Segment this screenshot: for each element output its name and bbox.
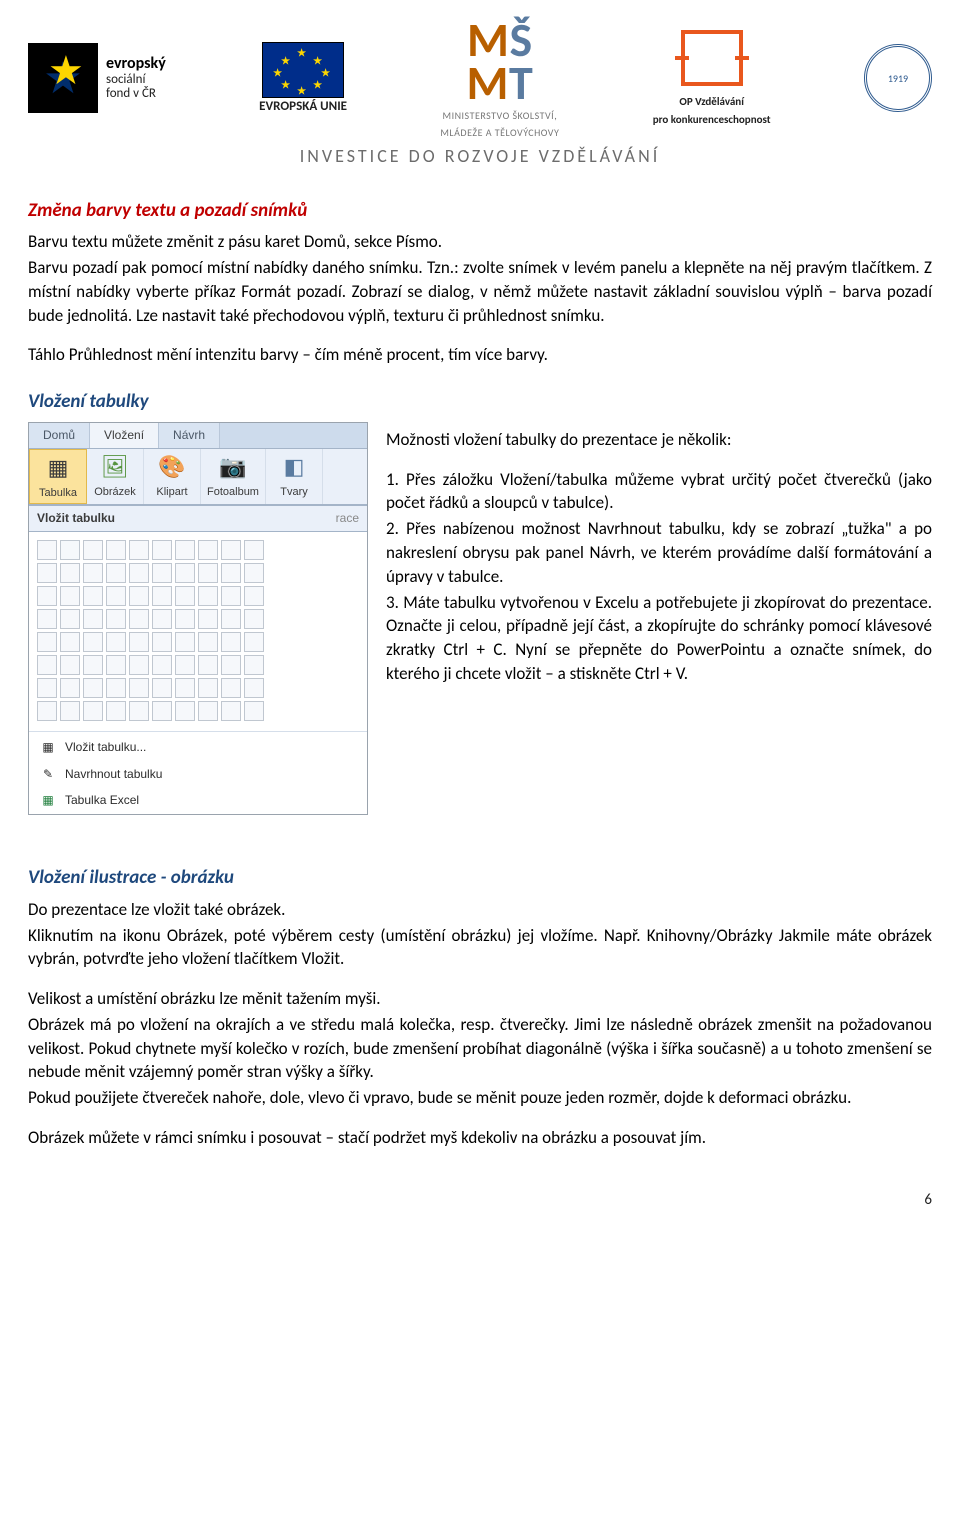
clipart-icon: 🎨	[150, 451, 194, 485]
logo-eu: ★★ ★★ ★★ ★★ EVROPSKÁ UNIE	[259, 42, 347, 114]
ribbon-btn-table[interactable]: ▦ Tabulka	[29, 449, 87, 504]
section3-p2: Kliknutím na ikonu Obrázek, poté výběrem…	[28, 924, 932, 972]
ribbon-btn-photoalbum[interactable]: 📷 Fotoalbum	[201, 449, 266, 504]
section1-title: Změna barvy textu a pozadí snímků	[28, 198, 932, 225]
msmt-line1: MINISTERSTVO ŠKOLSTVÍ,	[443, 110, 558, 121]
ppt-tabs: Domů Vložení Návrh	[29, 423, 367, 449]
esf-sub1: sociální	[106, 73, 166, 87]
ppt-ribbon: ▦ Tabulka 🖼 Obrázek 🎨 Klipart 📷 Fotoalbu…	[29, 449, 367, 505]
msmt-glyph-icon: MŠMT	[467, 18, 534, 104]
ribbon-btn-photoalbum-label: Fotoalbum	[207, 485, 259, 500]
esf-star-icon	[28, 43, 98, 113]
menu-draw-table[interactable]: ✎ Navrhnout tabulku	[29, 761, 367, 788]
invest-line: INVESTICE DO ROZVOJE VZDĚLÁVÁNÍ	[28, 144, 932, 169]
ppt-drop-trail: race	[336, 510, 359, 527]
msmt-line2: MLÁDEŽE A TĚLOVÝCHOVY	[440, 127, 559, 138]
section1-p3: Táhlo Průhlednost mění intenzitu barvy –…	[28, 343, 932, 367]
menu-insert-table-label: Vložit tabulku...	[65, 739, 146, 756]
photoalbum-icon: 📷	[211, 451, 255, 485]
section3-p1: Do prezentace lze vložit také obrázek.	[28, 898, 932, 922]
page-number: 6	[28, 1190, 932, 1211]
section2-intro: Možnosti vložení tabulky do prezentace j…	[386, 428, 932, 452]
ribbon-btn-picture[interactable]: 🖼 Obrázek	[87, 449, 144, 504]
op-line2: pro konkurenceschopnost	[653, 114, 771, 126]
table-icon: ▦	[36, 452, 80, 486]
pencil-icon: ✎	[39, 766, 57, 783]
logo-op: OP Vzdělávání pro konkurenceschopnost	[653, 30, 771, 126]
section3-p4: Obrázek má po vložení na okrajích a ve s…	[28, 1013, 932, 1084]
ppt-tab-insert[interactable]: Vložení	[90, 423, 159, 448]
eu-label: EVROPSKÁ UNIE	[259, 100, 347, 114]
section3-p3: Velikost a umístění obrázku lze měnit ta…	[28, 987, 932, 1011]
section3-p6: Obrázek můžete v rámci snímku i posouvat…	[28, 1126, 932, 1150]
esf-bold: evropský	[106, 55, 166, 73]
ppt-insert-table-screenshot: Domů Vložení Návrh ▦ Tabulka 🖼 Obrázek 🎨	[28, 422, 368, 815]
logo-seal: 1919	[864, 44, 932, 112]
ppt-tab-home[interactable]: Domů	[29, 423, 90, 448]
excel-icon: ▦	[39, 792, 57, 809]
section2-item2: 2. Přes nabízenou možnost Navrhnout tabu…	[386, 517, 932, 588]
section3-title: Vložení ilustrace - obrázku	[28, 865, 932, 892]
ppt-drop-label-text: Vložit tabulku	[37, 511, 115, 525]
ribbon-btn-shapes[interactable]: ◧ Tvary	[266, 449, 323, 504]
ppt-tab-design[interactable]: Návrh	[159, 423, 220, 448]
ribbon-btn-picture-label: Obrázek	[93, 485, 137, 500]
seal-text: 1919	[888, 73, 908, 84]
esf-sub2: fond v ČR	[106, 87, 166, 101]
op-square-icon	[681, 30, 743, 86]
menu-draw-table-label: Navrhnout tabulku	[65, 766, 162, 783]
ppt-drop-label: Vložit tabulku race	[29, 506, 367, 532]
section3-p5: Pokud použijete čtvereček nahoře, dole, …	[28, 1086, 932, 1110]
insert-table-icon: ▦	[39, 739, 57, 756]
logo-esf: evropský sociální fond v ČR	[28, 43, 166, 113]
table-grid-picker[interactable]	[29, 532, 367, 729]
logo-msmt: MŠMT MINISTERSTVO ŠKOLSTVÍ, MLÁDEŽE A TĚ…	[440, 18, 559, 138]
ribbon-btn-shapes-label: Tvary	[272, 485, 316, 500]
ppt-table-dropdown: Vložit tabulku race	[29, 505, 367, 814]
section2-item1: 1. Přes záložku Vložení/tabulka můžeme v…	[386, 468, 932, 516]
menu-insert-table[interactable]: ▦ Vložit tabulku...	[29, 734, 367, 761]
section2-title: Vložení tabulky	[28, 389, 932, 416]
ribbon-btn-table-label: Tabulka	[36, 486, 80, 501]
shapes-icon: ◧	[272, 451, 316, 485]
menu-excel-table-label: Tabulka Excel	[65, 792, 139, 809]
section1-p1: Barvu textu můžete změnit z pásu karet D…	[28, 230, 932, 254]
ribbon-btn-clipart-label: Klipart	[150, 485, 194, 500]
menu-excel-table[interactable]: ▦ Tabulka Excel	[29, 787, 367, 814]
section1-p2: Barvu pozadí pak pomocí místní nabídky d…	[28, 256, 932, 327]
op-line1: OP Vzdělávání	[679, 96, 744, 108]
ribbon-btn-clipart[interactable]: 🎨 Klipart	[144, 449, 201, 504]
picture-icon: 🖼	[93, 451, 137, 485]
header-logos: evropský sociální fond v ČR ★★ ★★ ★★ ★★ …	[28, 18, 932, 138]
eu-flag-icon: ★★ ★★ ★★ ★★	[262, 42, 344, 98]
section2-item3: 3. Máte tabulku vytvořenou v Excelu a po…	[386, 591, 932, 686]
